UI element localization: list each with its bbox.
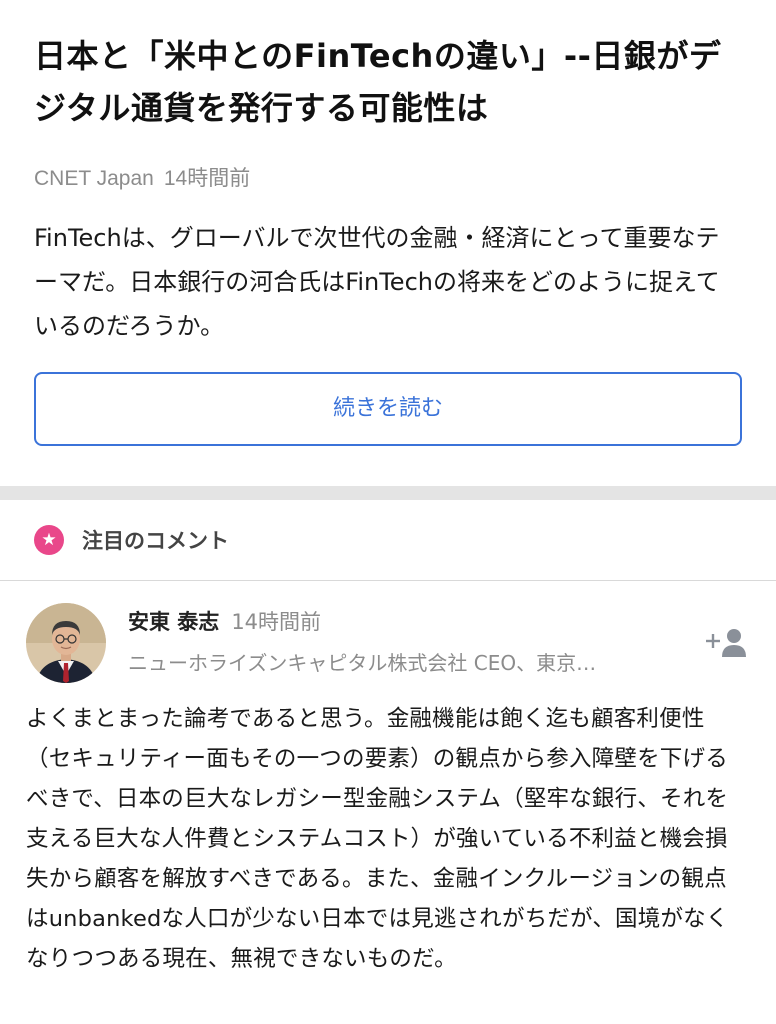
read-more-button[interactable]: 続きを読む: [34, 372, 742, 446]
star-icon: ★: [34, 525, 64, 555]
article-meta: CNET Japan 14時間前: [34, 162, 742, 192]
comment-body: よくまとまった論考であると思う。金融機能は飽く迄も顧客利便性（セキュリティー面も…: [26, 706, 729, 972]
comment-time: 14時間前: [231, 610, 322, 634]
comment-header: 安東 泰志 14時間前 ニューホライズンキャピタル株式会社 CEO、東京…: [26, 603, 748, 683]
comment-author-name[interactable]: 安東 泰志: [128, 610, 219, 634]
article-summary: FinTechは、グローバルで次世代の金融・経済にとって重要なテーマだ。日本銀行…: [34, 224, 720, 340]
featured-comments-header: ★ 注目のコメント: [0, 500, 776, 581]
avatar[interactable]: [26, 603, 106, 683]
article-time: 14時間前: [163, 167, 251, 190]
comment-author-affiliation: ニューホライズンキャピタル株式会社 CEO、東京…: [128, 651, 597, 675]
add-user-icon[interactable]: [704, 627, 748, 659]
section-divider: [0, 486, 776, 500]
article-source: CNET Japan: [34, 167, 154, 190]
article-headline[interactable]: 日本と「米中とのFinTechの違い」--日銀がデジタル通貨を発行する可能性は: [34, 30, 742, 134]
comment-item: 安東 泰志 14時間前 ニューホライズンキャピタル株式会社 CEO、東京… よくま…: [0, 581, 776, 979]
comment-author-info: 安東 泰志 14時間前 ニューホライズンキャピタル株式会社 CEO、東京…: [128, 607, 688, 676]
featured-comments-title: 注目のコメント: [82, 529, 229, 553]
article-card: 日本と「米中とのFinTechの違い」--日銀がデジタル通貨を発行する可能性は …: [0, 0, 776, 446]
